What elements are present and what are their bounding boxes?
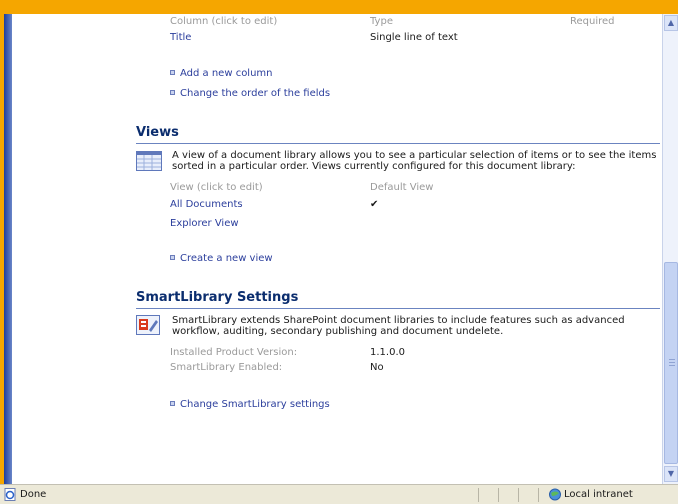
views-section-title: Views <box>136 125 179 140</box>
view-explorer-link[interactable]: Explorer View <box>170 218 239 229</box>
product-version-value: 1.1.0.0 <box>370 347 405 358</box>
smartlibrary-enabled-label: SmartLibrary Enabled: <box>170 362 283 373</box>
column-title-link[interactable]: Title <box>170 32 191 43</box>
scroll-down-button[interactable]: ▼ <box>664 466 678 482</box>
status-separator <box>478 488 479 502</box>
thumb-grip <box>669 362 675 363</box>
change-smartlibrary-settings-label: Change SmartLibrary settings <box>180 399 330 410</box>
view-list-icon <box>136 151 162 171</box>
add-column-label: Add a new column <box>180 68 273 79</box>
intranet-globe-icon <box>549 488 561 501</box>
product-version-label: Installed Product Version: <box>170 347 298 358</box>
left-navigation-rail <box>4 14 12 484</box>
left-gutter <box>12 14 124 484</box>
status-separator <box>538 488 539 502</box>
column-header-name: Column (click to edit) <box>170 16 278 27</box>
settings-content: Column (click to edit) Type Required Tit… <box>124 14 662 484</box>
status-bar: Done Local intranet <box>0 484 678 504</box>
change-order-link[interactable]: Change the order of the fields <box>170 88 330 99</box>
ie-page-icon <box>4 488 16 501</box>
bullet-icon <box>170 70 175 75</box>
vertical-scrollbar[interactable]: ▲ ▼ <box>662 14 678 484</box>
smartlibrary-enabled-value: No <box>370 362 384 373</box>
smartlibrary-divider <box>136 308 660 309</box>
status-text: Done <box>20 489 47 500</box>
status-separator <box>498 488 499 502</box>
default-view-check-icon: ✔ <box>370 199 379 210</box>
add-column-link[interactable]: Add a new column <box>170 68 273 79</box>
bullet-icon <box>170 401 175 406</box>
status-separator <box>518 488 519 502</box>
create-view-link[interactable]: Create a new view <box>170 253 273 264</box>
bullet-icon <box>170 90 175 95</box>
view-header-default: Default View <box>370 182 434 193</box>
smartlibrary-description: SmartLibrary extends SharePoint document… <box>172 315 625 337</box>
bullet-icon <box>170 255 175 260</box>
views-divider <box>136 143 660 144</box>
views-description: A view of a document library allows you … <box>172 150 657 172</box>
security-zone-text: Local intranet <box>564 489 633 500</box>
column-header-type: Type <box>370 16 393 27</box>
change-smartlibrary-settings-link[interactable]: Change SmartLibrary settings <box>170 399 330 410</box>
scroll-up-button[interactable]: ▲ <box>664 15 678 31</box>
column-title-type: Single line of text <box>370 32 458 43</box>
settings-gear-icon <box>136 315 160 335</box>
change-order-label: Change the order of the fields <box>180 88 331 99</box>
column-header-required: Required <box>570 16 615 27</box>
thumb-grip <box>669 365 675 366</box>
view-header-name: View (click to edit) <box>170 182 263 193</box>
smartlibrary-section-title: SmartLibrary Settings <box>136 290 299 305</box>
view-all-documents-link[interactable]: All Documents <box>170 199 243 210</box>
scrollbar-thumb[interactable] <box>664 262 678 464</box>
create-view-label: Create a new view <box>180 253 273 264</box>
thumb-grip <box>669 359 675 360</box>
